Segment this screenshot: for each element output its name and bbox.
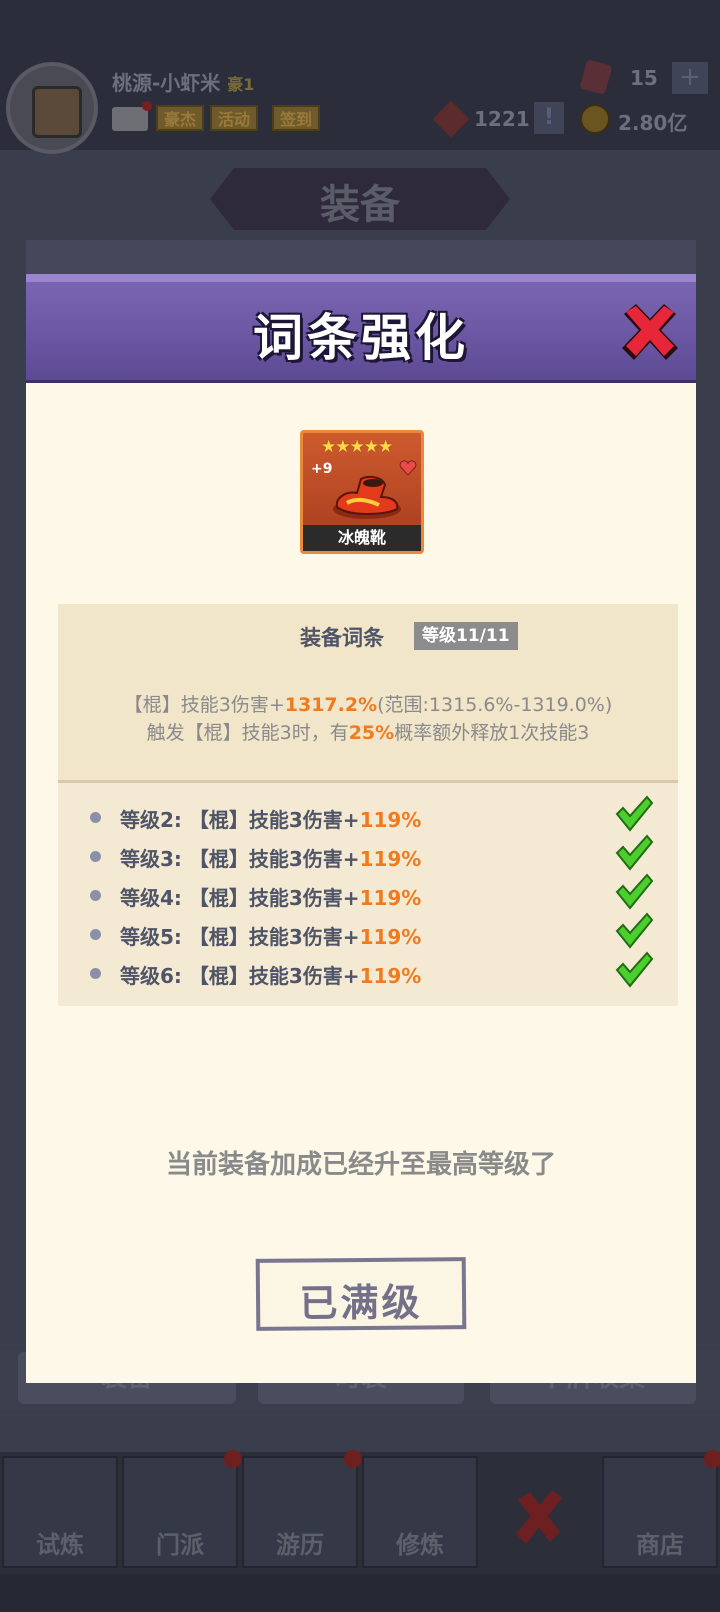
boot-icon xyxy=(333,476,401,519)
level-row-value: 119% xyxy=(359,964,422,988)
notification-dot xyxy=(224,1450,242,1468)
level-row-text: 等级3: 【棍】技能3伤害+119% xyxy=(120,843,421,872)
chest-icon xyxy=(32,86,82,138)
notification-dot xyxy=(142,101,152,111)
check-icon xyxy=(615,912,654,949)
affix-line1-value: 1317.2% xyxy=(284,694,378,716)
affix-title: 装备词条 xyxy=(300,626,384,650)
player-avatar[interactable] xyxy=(6,62,98,154)
nav-trial-label: 试炼 xyxy=(36,1531,84,1559)
level-row-value: 119% xyxy=(359,925,422,949)
max-level-button-label: 已满级 xyxy=(299,1280,423,1326)
nav-sect-label: 门派 xyxy=(156,1531,204,1559)
gold-count: 2.80亿 xyxy=(618,111,688,135)
check-icon xyxy=(615,795,654,832)
level-row-label: 等级6: 【棍】技能3伤害+ xyxy=(120,964,360,988)
level-row: 等级5: 【棍】技能3伤害+119% xyxy=(88,912,658,953)
bullet-icon xyxy=(90,851,101,862)
affix-line2-suffix: 概率额外释放1次技能3 xyxy=(394,722,590,744)
level-row-label: 等级3: 【棍】技能3伤害+ xyxy=(120,847,360,871)
nav-travel[interactable]: 游历 xyxy=(242,1450,362,1568)
level-row: 等级2: 【棍】技能3伤害+119% xyxy=(88,795,658,836)
tag-checkin[interactable]: 签到 xyxy=(272,105,321,131)
affix-line1-prefix: 【棍】技能3伤害+ xyxy=(123,694,285,716)
level-row-text: 等级2: 【棍】技能3伤害+119% xyxy=(120,804,421,833)
gem-count: 15 xyxy=(630,66,658,90)
bullet-icon xyxy=(90,968,101,979)
tag-hero[interactable]: 豪杰 xyxy=(156,105,205,131)
nav-travel-label: 游历 xyxy=(276,1531,324,1559)
tag-event[interactable]: 活动 xyxy=(210,105,259,131)
nav-cultivate-label: 修炼 xyxy=(396,1531,444,1559)
vip-level: 豪1 xyxy=(227,75,255,94)
affix-effect-line-2: 触发【棍】技能3时，有25%概率额外释放1次技能3 xyxy=(58,718,678,745)
top-bar xyxy=(0,0,720,150)
close-button[interactable] xyxy=(620,302,680,362)
level-row: 等级3: 【棍】技能3伤害+119% xyxy=(88,834,658,875)
player-name: 桃源-小虾米 豪1 xyxy=(112,67,254,96)
dialog-title: 词条强化 xyxy=(253,309,469,367)
max-level-note: 当前装备加成已经升至最高等级了 xyxy=(165,1150,556,1180)
jade-count: 1221 xyxy=(474,107,530,131)
affix-line2-value: 25% xyxy=(348,722,395,744)
dialog-header: 词条强化 xyxy=(26,274,696,383)
affix-level-badge: 等级11/11 xyxy=(414,622,518,650)
level-row-value: 119% xyxy=(359,808,422,832)
mail-icon[interactable] xyxy=(112,101,152,131)
level-row-text: 等级5: 【棍】技能3伤害+119% xyxy=(120,921,421,950)
level-row-text: 等级4: 【棍】技能3伤害+119% xyxy=(120,882,421,911)
level-row-value: 119% xyxy=(359,847,422,871)
level-row: 等级6: 【棍】技能3伤害+119% xyxy=(88,951,658,992)
close-icon[interactable] xyxy=(510,1488,570,1548)
coin-icon xyxy=(580,104,610,134)
level-row-label: 等级4: 【棍】技能3伤害+ xyxy=(120,886,360,910)
affix-line1-range: (范围:1315.6%-1319.0%) xyxy=(377,694,613,716)
level-row: 等级4: 【棍】技能3伤害+119% xyxy=(88,873,658,914)
check-icon xyxy=(615,834,654,871)
affix-line2-prefix: 触发【棍】技能3时，有 xyxy=(146,722,349,744)
level-row-label: 等级2: 【棍】技能3伤害+ xyxy=(120,808,360,832)
level-row-value: 119% xyxy=(359,886,422,910)
nav-trial[interactable]: 试炼 xyxy=(2,1456,118,1568)
max-level-button[interactable]: 已满级 xyxy=(255,1257,467,1331)
page-title: 装备 xyxy=(320,182,400,228)
notification-dot xyxy=(344,1450,362,1468)
check-icon xyxy=(615,873,654,910)
nav-cultivate[interactable]: 修炼 xyxy=(362,1456,478,1568)
nav-shop[interactable]: 商店 xyxy=(602,1450,720,1568)
check-icon xyxy=(615,951,654,988)
item-stars: ★★★★★ xyxy=(321,437,393,457)
level-row-text: 等级6: 【棍】技能3伤害+119% xyxy=(120,960,421,989)
player-name-text: 桃源-小虾米 xyxy=(112,71,221,95)
notification-dot xyxy=(704,1450,720,1468)
affix-effect-line-1: 【棍】技能3伤害+1317.2%(范围:1315.6%-1319.0%) xyxy=(58,690,678,717)
nav-shop-label: 商店 xyxy=(636,1531,684,1559)
equipment-item-card[interactable]: ★★★★★ +9 冰魄靴 xyxy=(300,430,424,554)
bullet-icon xyxy=(90,890,101,901)
add-gems-button[interactable]: + xyxy=(672,62,708,94)
bottom-strip xyxy=(0,1574,720,1612)
nav-sect[interactable]: 门派 xyxy=(122,1450,242,1568)
info-button[interactable]: ! xyxy=(534,102,564,134)
bullet-icon xyxy=(90,812,101,823)
bullet-icon xyxy=(90,929,101,940)
level-row-label: 等级5: 【棍】技能3伤害+ xyxy=(120,925,360,949)
item-name: 冰魄靴 xyxy=(303,525,421,551)
